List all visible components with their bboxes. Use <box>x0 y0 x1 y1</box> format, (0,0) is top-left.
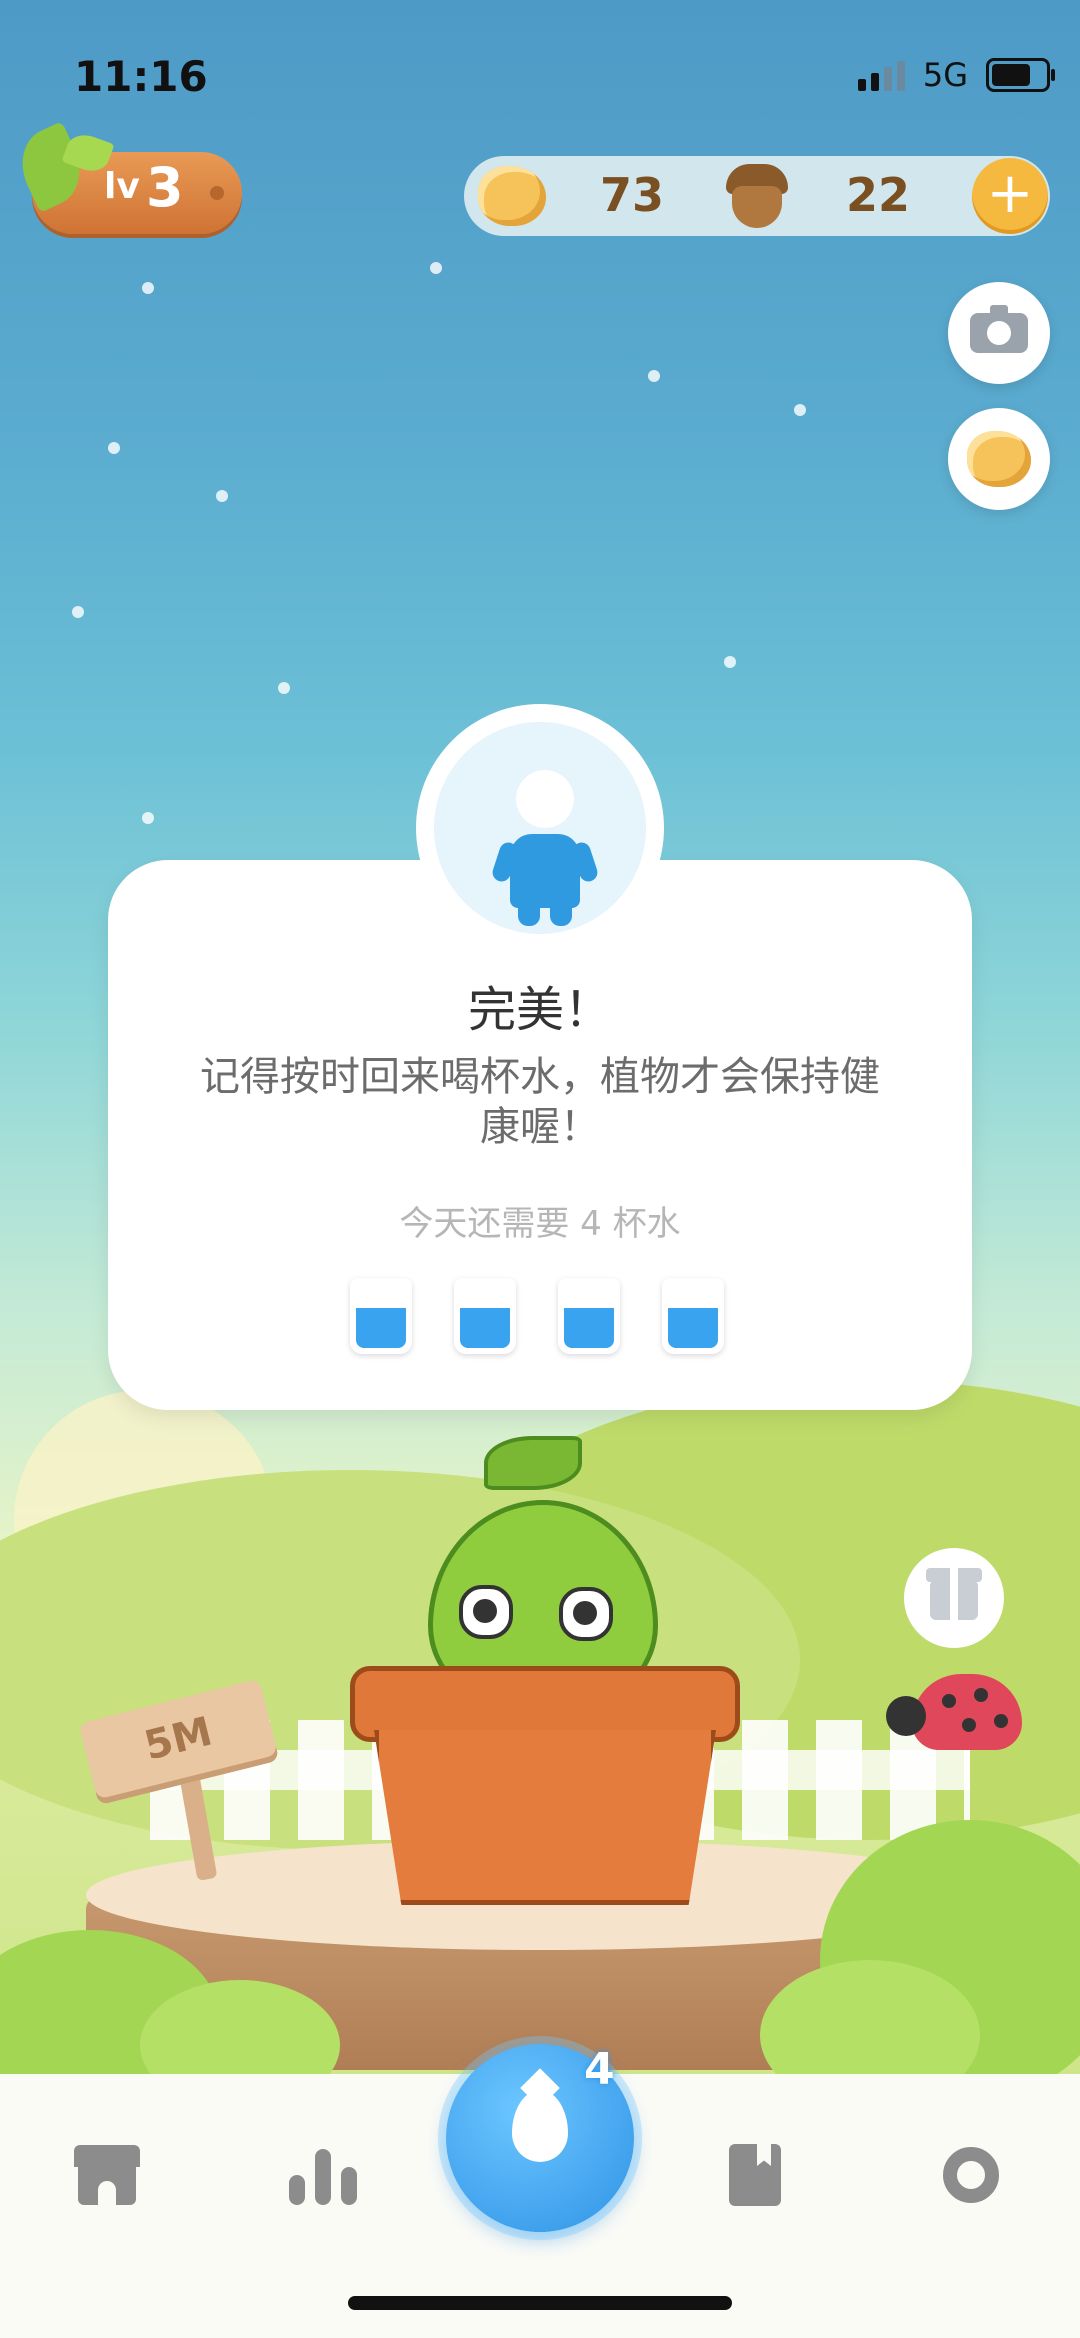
card-title: 完美！ <box>467 982 612 1038</box>
sprout-leaf <box>484 1436 582 1490</box>
status-time: 11:16 <box>74 52 208 101</box>
status-right: 5G <box>857 56 1055 94</box>
star-decoration <box>648 370 660 382</box>
plant-eye-right <box>559 1587 613 1641</box>
gear-icon <box>937 2141 1005 2209</box>
star-decoration <box>794 404 806 416</box>
popcorn-button[interactable] <box>948 408 1050 510</box>
cups-remaining-text: 今天还需要 4 杯水 <box>399 1204 681 1244</box>
plant-eye-left <box>459 1585 513 1639</box>
avatar-badge <box>416 704 664 952</box>
flower-pot <box>374 1730 716 1905</box>
gift-icon <box>926 1568 982 1620</box>
person-icon <box>516 770 574 828</box>
home-indicator[interactable] <box>348 2296 732 2310</box>
star-decoration <box>430 262 442 274</box>
star-decoration <box>216 490 228 502</box>
game-screen: 11:16 5G lv 3 73 22 + 5M 完美！ 记得按时回来喝杯水，植… <box>0 0 1080 2338</box>
star-decoration <box>142 282 154 294</box>
camera-icon <box>970 305 1028 353</box>
star-decoration <box>278 682 290 694</box>
star-decoration <box>108 442 120 454</box>
star-decoration <box>142 812 154 824</box>
acorn-count: 22 <box>846 168 911 222</box>
camera-button[interactable] <box>948 282 1050 384</box>
popcorn-count: 73 <box>600 168 665 222</box>
water-cup-icon <box>558 1278 620 1354</box>
bookmark-book-icon <box>729 2144 781 2206</box>
network-label: 5G <box>922 56 968 94</box>
popcorn-icon <box>478 166 546 226</box>
add-currency-button[interactable]: + <box>972 158 1048 234</box>
currency-bar: 73 22 + <box>464 156 1050 236</box>
water-cup-icon <box>662 1278 724 1354</box>
water-cup-icon <box>454 1278 516 1354</box>
level-prefix: lv <box>104 166 140 207</box>
shop-icon <box>74 2145 140 2205</box>
shop-button[interactable] <box>52 2120 162 2230</box>
level-dot <box>210 186 224 200</box>
battery-icon <box>986 58 1055 92</box>
water-cups <box>350 1278 724 1354</box>
water-cup-icon <box>350 1278 412 1354</box>
water-count-badge: 4 <box>584 2044 615 2095</box>
settings-button[interactable] <box>916 2120 1026 2230</box>
water-drop-icon <box>512 2090 568 2162</box>
gift-button[interactable] <box>904 1548 1004 1648</box>
signal-icon <box>857 59 905 91</box>
star-decoration <box>72 606 84 618</box>
bar-chart-icon <box>289 2145 357 2205</box>
star-decoration <box>724 656 736 668</box>
journal-button[interactable] <box>700 2120 810 2230</box>
stats-button[interactable] <box>268 2120 378 2230</box>
card-message: 记得按时回来喝杯水，植物才会保持健康喔！ <box>200 1054 880 1150</box>
acorn-icon <box>726 164 788 228</box>
level-number: 3 <box>146 156 184 219</box>
popcorn-icon <box>967 431 1031 487</box>
